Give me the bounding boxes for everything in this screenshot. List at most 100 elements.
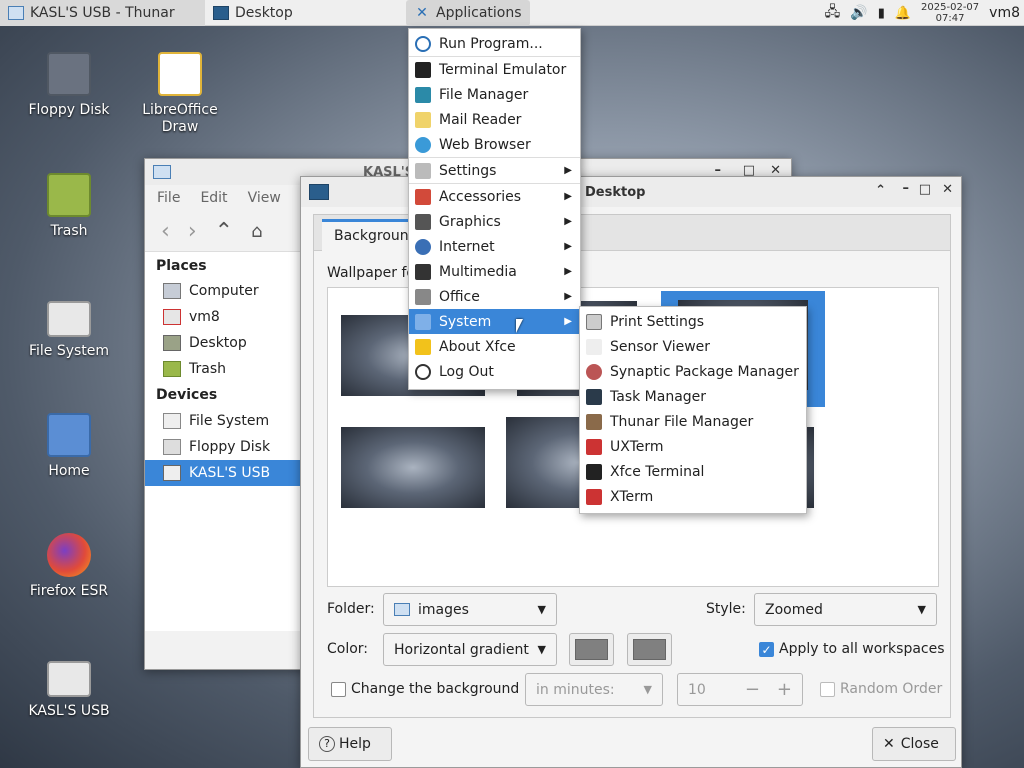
wallpaper-thumbnail[interactable] — [341, 427, 485, 508]
back-icon[interactable]: ‹ — [161, 219, 170, 244]
taskbar-thunar[interactable]: KASL'S USB - Thunar — [0, 0, 205, 26]
plus-icon[interactable]: + — [777, 679, 792, 700]
menu-item-run-program[interactable]: Run Program... — [409, 31, 580, 56]
menu-item-label: About Xfce — [439, 338, 516, 355]
random-order-checkbox[interactable]: Random Order — [820, 681, 942, 697]
menu-item-label: File Manager — [439, 86, 529, 103]
up-icon[interactable]: ⌃ — [215, 219, 233, 244]
checkbox-icon — [820, 681, 835, 697]
menu-item-accessories[interactable]: Accessories ▶ — [409, 184, 580, 209]
apply-all-checkbox[interactable]: ✓ Apply to all workspaces — [759, 641, 945, 657]
volume-icon[interactable]: 🔊 — [850, 5, 867, 21]
taskbar-desktop[interactable]: Desktop — [205, 0, 400, 26]
menu-item-label: XTerm — [610, 488, 654, 505]
folder-select[interactable]: images ▼ — [383, 593, 557, 626]
menu-item-office[interactable]: Office ▶ — [409, 284, 580, 309]
office-icon — [415, 288, 431, 305]
internet-icon — [415, 238, 431, 255]
desktop-icon-libreoffice-draw[interactable]: LibreOffice Draw — [125, 52, 235, 136]
minimize-icon[interactable]: – — [903, 181, 910, 196]
sidebar-item-trash[interactable]: Trash — [145, 356, 301, 382]
applications-menu-button[interactable]: ✕ Applications — [406, 0, 530, 26]
search-icon — [415, 35, 431, 52]
color-style-select[interactable]: Horizontal gradient ▼ — [383, 633, 557, 666]
sidebar-item-vm8[interactable]: vm8 — [145, 304, 301, 330]
chevron-down-icon: ▼ — [537, 603, 546, 616]
menu-item-label: Run Program... — [439, 35, 543, 52]
menu-item-internet[interactable]: Internet ▶ — [409, 234, 580, 259]
menu-edit[interactable]: Edit — [200, 190, 227, 206]
change-background-checkbox[interactable]: Change the background — [331, 681, 519, 697]
menu-item-task-manager[interactable]: Task Manager — [580, 384, 806, 409]
sidebar-item-label: Computer — [189, 283, 259, 299]
libreoffice-draw-icon — [158, 52, 202, 96]
color-button-2[interactable] — [627, 633, 672, 666]
desktop-icon-usb[interactable]: KASL'S USB — [14, 653, 124, 719]
style-select[interactable]: Zoomed ▼ — [754, 593, 937, 626]
menu-item-settings[interactable]: Settings ▶ — [409, 158, 580, 183]
multimedia-icon — [415, 263, 431, 280]
menu-item-web-browser[interactable]: Web Browser — [409, 132, 580, 157]
menu-item-synaptic[interactable]: Synaptic Package Manager — [580, 359, 806, 384]
menu-item-print-settings[interactable]: Print Settings — [580, 309, 806, 334]
x-terminal-icon — [586, 438, 602, 455]
desktop-icon-home[interactable]: Home — [14, 413, 124, 479]
sidebar-item-floppy[interactable]: Floppy Disk — [145, 434, 301, 460]
user-name[interactable]: vm8 — [989, 5, 1020, 21]
usb-drive-icon — [47, 661, 91, 697]
desktop-icon-floppy[interactable]: Floppy Disk — [14, 52, 124, 118]
settings-icon — [415, 162, 431, 179]
shade-icon[interactable]: ⌃ — [875, 183, 886, 198]
desktop-settings-titlebar[interactable]: Desktop ⌃ – □ ✕ — [301, 177, 961, 207]
menu-item-mail-reader[interactable]: Mail Reader — [409, 107, 580, 132]
forward-icon[interactable]: › — [188, 219, 197, 244]
clock-time: 07:47 — [935, 13, 965, 24]
sidebar-item-desktop[interactable]: Desktop — [145, 330, 301, 356]
menu-item-log-out[interactable]: Log Out — [409, 359, 580, 384]
menu-item-graphics[interactable]: Graphics ▶ — [409, 209, 580, 234]
menu-item-label: Synaptic Package Manager — [610, 363, 799, 380]
minutes-spinner[interactable]: 10 − + — [677, 673, 803, 706]
mail-icon — [415, 111, 431, 128]
menu-item-thunar[interactable]: Thunar File Manager — [580, 409, 806, 434]
menu-item-multimedia[interactable]: Multimedia ▶ — [409, 259, 580, 284]
sidebar-item-computer[interactable]: Computer — [145, 278, 301, 304]
hard-drive-icon — [47, 301, 91, 337]
desktop-icon-label: File System — [28, 343, 110, 359]
interval-select[interactable]: in minutes: ▼ — [525, 673, 663, 706]
menu-item-sensor-viewer[interactable]: Sensor Viewer — [580, 334, 806, 359]
network-icon[interactable]: 🖧 — [825, 1, 841, 25]
clock[interactable]: 2025-02-07 07:47 — [921, 2, 979, 24]
battery-icon[interactable]: ▮ — [878, 6, 885, 21]
menu-item-file-manager[interactable]: File Manager — [409, 82, 580, 107]
desktop-icon-trash[interactable]: Trash — [14, 173, 124, 239]
maximize-icon[interactable]: □ — [919, 182, 931, 197]
menu-file[interactable]: File — [157, 190, 180, 206]
menu-item-xterm[interactable]: XTerm — [580, 484, 806, 509]
sidebar-item-usb[interactable]: KASL'S USB — [145, 460, 301, 486]
close-icon: ✕ — [883, 736, 895, 752]
menu-item-system[interactable]: System ▶ — [409, 309, 580, 334]
folder-icon — [394, 603, 410, 616]
notification-bell-icon[interactable]: 🔔 — [895, 6, 911, 21]
menu-view[interactable]: View — [248, 190, 281, 206]
checkbox-icon — [331, 681, 346, 697]
desktop-settings-icon — [309, 184, 329, 200]
color-button-1[interactable] — [569, 633, 614, 666]
close-icon[interactable]: ✕ — [942, 182, 953, 197]
taskbar-desktop-label: Desktop — [235, 4, 293, 21]
home-icon[interactable]: ⌂ — [251, 221, 262, 242]
desktop-icon-firefox[interactable]: Firefox ESR — [14, 533, 124, 599]
minus-icon[interactable]: − — [745, 679, 760, 700]
menu-item-terminal[interactable]: Terminal Emulator — [409, 57, 580, 82]
desktop-icon-label: Home — [48, 463, 90, 479]
close-button[interactable]: ✕ Close — [872, 727, 956, 761]
menu-item-xfce-terminal[interactable]: Xfce Terminal — [580, 459, 806, 484]
usb-drive-icon — [163, 465, 181, 481]
menu-item-about-xfce[interactable]: About Xfce — [409, 334, 580, 359]
menu-item-uxterm[interactable]: UXTerm — [580, 434, 806, 459]
sidebar-item-file-system[interactable]: File System — [145, 408, 301, 434]
chevron-right-icon: ▶ — [564, 165, 572, 176]
desktop-icon-file-system[interactable]: File System — [14, 293, 124, 359]
help-button[interactable]: ? Help — [308, 727, 392, 761]
